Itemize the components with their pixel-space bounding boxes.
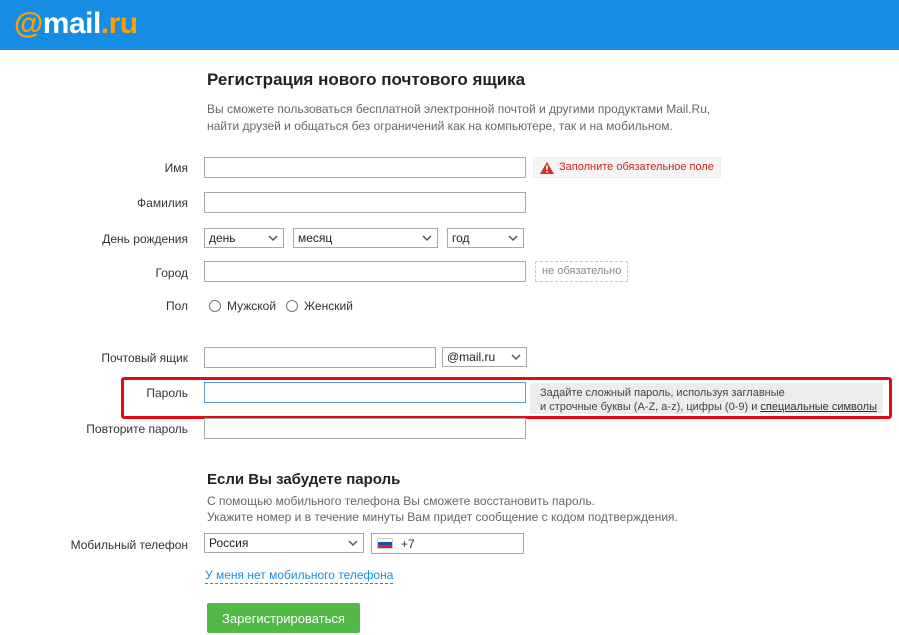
phone-label: Мобильный телефон [70, 538, 188, 552]
password-highlight-frame [121, 377, 892, 419]
logo-at: @ [14, 7, 43, 40]
year-select-value: год [452, 231, 470, 245]
chevron-down-icon [268, 235, 278, 242]
chevron-down-icon [348, 540, 358, 547]
subtitle-line-2: найти друзей и общаться без ограничений … [207, 119, 673, 133]
mailbox-input[interactable] [204, 347, 436, 368]
warning-icon [540, 161, 554, 174]
recovery-title: Если Вы забудете пароль [207, 471, 401, 488]
country-select[interactable]: Россия [204, 533, 364, 553]
russia-flag-icon [377, 538, 393, 549]
city-label: Город [155, 266, 188, 280]
domain-select[interactable]: @mail.ru [442, 347, 527, 367]
domain-select-value: @mail.ru [447, 350, 496, 364]
chevron-down-icon [422, 235, 432, 242]
month-select[interactable]: месяц [293, 228, 438, 248]
page-title: Регистрация нового почтового ящика [207, 70, 526, 89]
chevron-down-icon [508, 235, 518, 242]
country-select-value: Россия [209, 536, 249, 550]
header-bar: @mail.ru [0, 0, 899, 50]
gender-female-label: Женский [304, 299, 353, 313]
chevron-down-icon [511, 354, 521, 361]
phone-prefix: +7 [401, 536, 415, 551]
city-input[interactable] [204, 261, 526, 282]
day-select-value: день [209, 231, 236, 245]
gender-female-option[interactable]: Женский [286, 299, 353, 313]
month-select-value: месяц [298, 231, 333, 245]
name-label: Имя [164, 161, 188, 175]
gender-label: Пол [165, 299, 188, 313]
surname-input[interactable] [204, 192, 526, 213]
subtitle-line-1: Вы сможете пользоваться бесплатной элект… [207, 102, 711, 116]
name-input[interactable] [204, 157, 526, 178]
page-subtitle: Вы сможете пользоваться бесплатной элект… [207, 101, 747, 135]
no-phone-link[interactable]: У меня нет мобильного телефона [205, 568, 394, 584]
gender-female-radio[interactable] [286, 300, 298, 312]
recovery-text-line-1: С помощью мобильного телефона Вы сможете… [207, 494, 595, 508]
city-optional-hint: не обязательно [535, 261, 629, 282]
gender-male-option[interactable]: Мужской [209, 299, 276, 313]
gender-male-radio[interactable] [209, 300, 221, 312]
repeat-password-input[interactable] [204, 418, 526, 439]
name-error-text: Заполните обязательное поле [559, 161, 714, 173]
gender-male-label: Мужской [227, 299, 277, 313]
surname-label: Фамилия [137, 196, 188, 210]
recovery-text: С помощью мобильного телефона Вы сможете… [207, 493, 767, 525]
repeat-password-label: Повторите пароль [86, 422, 188, 436]
name-error: Заполните обязательное поле [533, 157, 721, 178]
year-select[interactable]: год [447, 228, 524, 248]
register-button[interactable]: Зарегистрироваться [207, 603, 360, 633]
birthday-label: День рождения [102, 232, 188, 246]
phone-input[interactable]: +7 [371, 533, 524, 554]
day-select[interactable]: день [204, 228, 284, 248]
mailru-logo[interactable]: @mail.ru [14, 6, 138, 42]
logo-ru: .ru [100, 7, 138, 40]
recovery-text-line-2: Укажите номер и в течение минуты Вам при… [207, 510, 678, 524]
logo-mail: mail [42, 7, 102, 40]
mailbox-label: Почтовый ящик [101, 351, 188, 365]
